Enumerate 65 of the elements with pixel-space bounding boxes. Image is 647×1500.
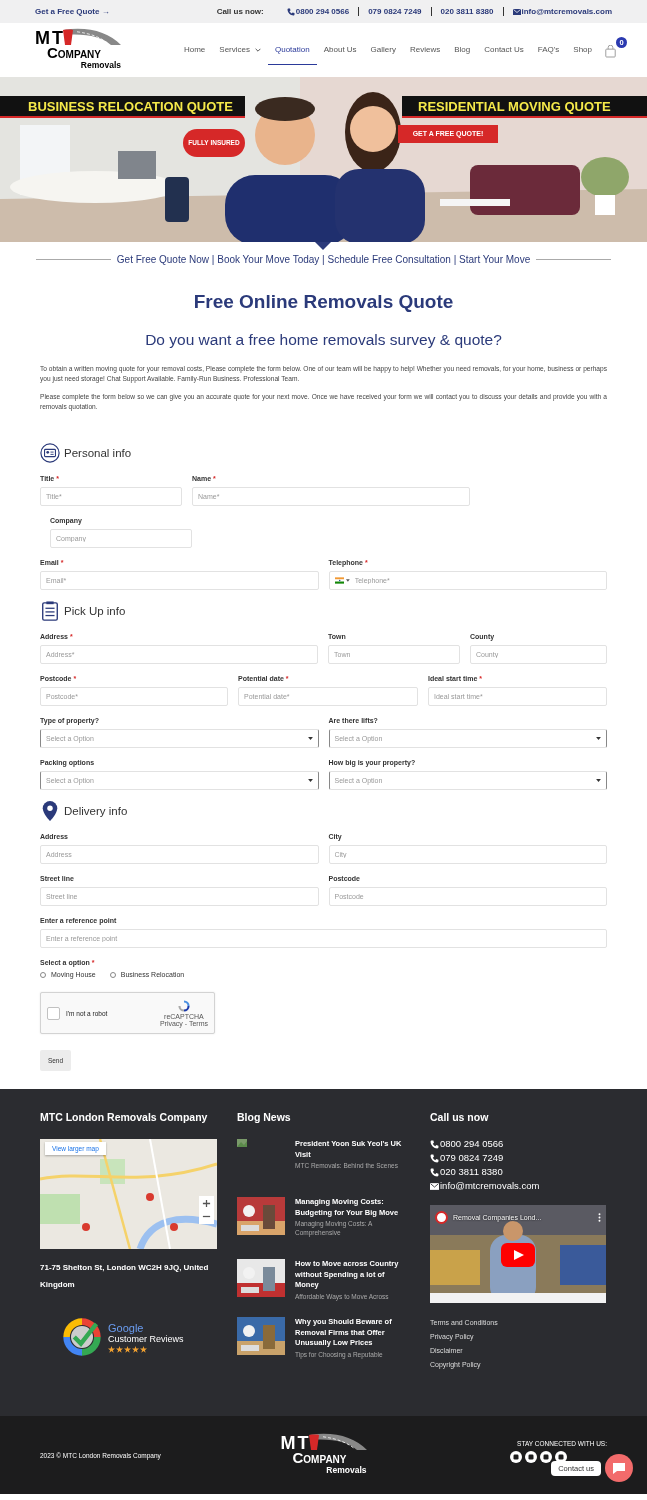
reviews-label: Customer Reviews <box>108 1333 184 1345</box>
envelope-icon <box>512 7 521 16</box>
caret-icon <box>596 779 601 782</box>
social-icon[interactable] <box>525 1450 537 1463</box>
email-link[interactable]: info@mtcremovals.com <box>430 1179 606 1193</box>
nav-link[interactable]: Gallery <box>363 35 403 65</box>
phone-link[interactable]: 020 3811 8380 <box>440 7 494 16</box>
caret-icon <box>255 47 261 52</box>
company-logo[interactable]: MT COMPANY Removals <box>35 28 121 72</box>
company-logo[interactable]: MT COMPANY Removals <box>280 1433 367 1477</box>
footer-heading: Blog News <box>237 1111 292 1123</box>
phone-link[interactable]: 079 0824 7249 <box>368 7 422 16</box>
checkbox[interactable] <box>47 1006 60 1020</box>
quote-link[interactable]: Get a Free Quote → <box>35 7 110 16</box>
address-text: 71-75 Shelton St, London WC2H 9JQ, United Kingdom <box>40 1262 210 1291</box>
phone-icon <box>286 7 295 16</box>
page-title: Free Online Removals Quote <box>192 290 455 314</box>
phone-icon <box>430 1139 439 1149</box>
tagline: Get Free Quote Now | Book Your Move Today | Schedule Free Consultation | Start Your Move <box>116 254 531 265</box>
section-title: Delivery info <box>64 805 128 817</box>
section-title: Personal info <box>64 447 132 459</box>
section-title: Pick Up info <box>64 605 126 617</box>
nav-link[interactable]: Services <box>212 35 268 65</box>
recaptcha-icon <box>176 999 191 1013</box>
play-button[interactable] <box>501 1243 535 1267</box>
bag-icon[interactable] <box>605 45 616 58</box>
footer-heading: Call us now <box>430 1111 490 1123</box>
nav-link[interactable]: Contact Us <box>477 35 531 65</box>
reviews-brand: Google <box>108 1321 145 1334</box>
quote-banner: RESIDENTIAL MOVING QUOTE <box>402 96 647 118</box>
nav-link[interactable]: Reviews <box>402 35 448 65</box>
footer-heading: MTC London Removals Company <box>40 1111 209 1123</box>
nav-link[interactable]: Quotation <box>268 35 317 65</box>
email-link[interactable]: info@mtcremovals.com <box>512 7 612 16</box>
envelope-icon <box>430 1181 439 1191</box>
phone-icon <box>430 1153 439 1163</box>
caret-icon <box>307 737 313 740</box>
quote-banner: BUSINESS RELOCATION QUOTE <box>0 96 245 118</box>
nav-link[interactable]: Blog <box>447 35 478 65</box>
phone-icon <box>430 1167 439 1177</box>
caret-icon <box>345 579 350 582</box>
phone-link[interactable]: 0800 294 0566 <box>286 7 350 16</box>
map-pin-icon <box>40 801 60 821</box>
more-icon[interactable] <box>598 1213 601 1222</box>
phone-link[interactable]: 079 0824 7249 <box>430 1151 606 1165</box>
caret-icon <box>307 779 313 782</box>
call-label: Call us now: <box>216 7 264 16</box>
nav-link[interactable]: About Us <box>316 35 364 65</box>
phone-link[interactable]: 0800 294 0566 <box>430 1137 606 1151</box>
caret-icon <box>596 737 601 740</box>
page-subtitle: Do you want a free home removals survey & quote? <box>144 330 503 350</box>
zoom-in-icon[interactable] <box>202 1199 211 1208</box>
list-icon <box>40 601 60 621</box>
nav-link[interactable]: FAQ's <box>530 35 567 65</box>
phone-link[interactable]: 020 3811 8380 <box>430 1165 606 1179</box>
id-card-icon <box>40 443 60 463</box>
broken-image-icon <box>237 1139 247 1147</box>
nav-link[interactable]: Shop <box>566 35 599 65</box>
pointer-marker <box>315 242 331 250</box>
social-icon[interactable] <box>510 1450 522 1463</box>
flag-icon[interactable] <box>334 577 344 584</box>
nav-link[interactable]: Home <box>176 35 213 65</box>
chat-button[interactable] <box>605 1454 633 1482</box>
check-badge-icon <box>60 1315 104 1359</box>
social-icon[interactable] <box>540 1450 552 1463</box>
